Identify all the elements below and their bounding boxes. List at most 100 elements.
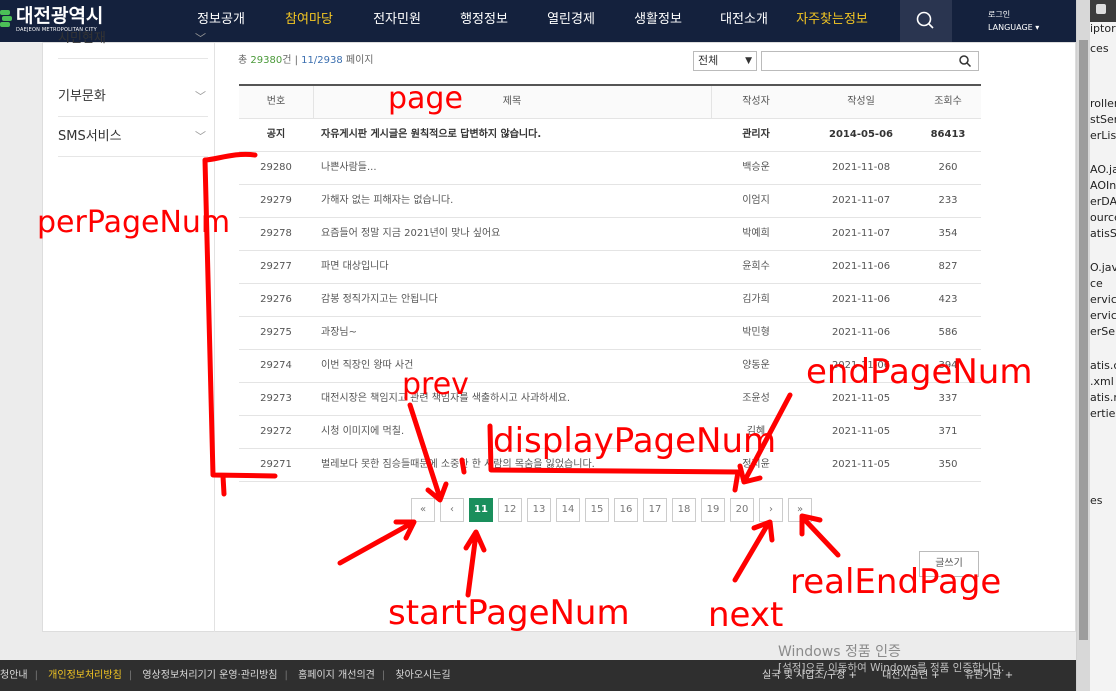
search-icon[interactable] [958,53,972,69]
post-date: 2021-11-05 [831,459,891,470]
post-title-link[interactable]: 나쁜사람들... [321,152,711,185]
column-header-views: 조회수 [934,96,962,107]
sidebar-item-sms[interactable]: SMS서비스 ﹀ [58,117,208,157]
search-input[interactable] [761,51,979,71]
post-writer: 조윤성 [742,393,770,404]
post-title-link[interactable]: 대전시장은 책임지고 관련 책임자를 색출하시고 사과하세요. [321,383,711,416]
nav-item-faq-info[interactable]: 자주찾는정보 [787,0,877,42]
page-button-13[interactable]: 13 [527,498,551,522]
ide-tree-item[interactable]: roller [1090,97,1116,111]
page-button-17[interactable]: 17 [643,498,667,522]
post-title-link[interactable]: 과장님~ [321,317,711,350]
pagination: « ‹ 11 12 13 14 15 16 17 18 19 20 › » [411,498,817,522]
page-button-20[interactable]: 20 [730,498,754,522]
scrollbar-thumb[interactable] [1079,40,1088,640]
ide-tree-item[interactable]: erDA [1090,195,1116,209]
table-row[interactable]: 29279 가해자 없는 피해자는 없습니다. 이엄지 2021-11-07 233 [239,185,981,218]
ide-tree-item[interactable]: AOIn [1090,179,1116,193]
nav-item-life-info[interactable]: 생활정보 [615,0,701,42]
ide-tree-item[interactable]: AO.ja [1090,163,1116,177]
ide-tree-item[interactable]: atis.c [1090,359,1116,373]
ide-tree-item[interactable]: stSer [1090,113,1116,127]
login-link[interactable]: 로그인 [988,8,1039,21]
post-writer: 백승운 [742,162,770,173]
post-title-link[interactable]: 이번 직장인 왕따 사건 [321,350,711,383]
post-title-link[interactable]: 파면 대상입니다 [321,251,711,284]
ide-tree-item[interactable]: ervice [1090,309,1116,323]
table-header-row: 번호 제목 작성자 작성일 조회수 [239,86,981,119]
post-title-link[interactable]: 자유게시판 게시글은 원칙적으로 답변하지 않습니다. [321,119,711,152]
language-selector[interactable]: LANGUAGE ▾ [988,21,1039,34]
prev-page-button[interactable]: ‹ [440,498,464,522]
page-button-14[interactable]: 14 [556,498,580,522]
post-date: 2021-11-07 [831,195,891,206]
ide-tree-item[interactable]: erties [1090,407,1116,421]
ide-tree-item[interactable]: ource [1090,211,1116,225]
first-page-button[interactable]: « [411,498,435,522]
ide-tree-item[interactable]: erSer [1090,325,1116,339]
footer-link-privacy[interactable]: 개인정보처리방침 [48,670,122,681]
ide-tree-item[interactable]: atisS [1090,227,1116,241]
ide-tree-item[interactable]: ervice [1090,293,1116,307]
last-page-button[interactable]: » [788,498,812,522]
table-row[interactable]: 29280 나쁜사람들... 백승운 2021-11-08 260 [239,152,981,185]
page-button-19[interactable]: 19 [701,498,725,522]
footer-link-guide[interactable]: 청안내 [0,670,28,681]
column-header-no: 번호 [266,96,286,107]
sidebar-item-citizen[interactable]: 시민현재 ﹀ [58,19,208,59]
post-title-link[interactable]: 요즘들어 정말 지금 2021년이 맞나 싶어요 [321,218,711,251]
page-button-16[interactable]: 16 [614,498,638,522]
page-button-18[interactable]: 18 [672,498,696,522]
ide-tree-item[interactable]: ce [1090,277,1103,291]
post-number: 29280 [260,162,292,173]
footer-link-feedback[interactable]: 홈페이지 개선의견 [298,670,375,681]
nav-item-admin-info[interactable]: 행정정보 [441,0,527,42]
search-type-select[interactable]: 전체 ▼ [693,51,757,71]
post-title-link[interactable]: 가해자 없는 피해자는 없습니다. [321,185,711,218]
page-button-12[interactable]: 12 [498,498,522,522]
page-button-11[interactable]: 11 [469,498,493,522]
ide-tree-item[interactable]: iptor: [1090,22,1116,36]
post-number: 29275 [260,327,292,338]
nav-item-about-daejeon[interactable]: 대전소개 [701,0,787,42]
table-row[interactable]: 29275 과장님~ 박민형 2021-11-06 586 [239,317,981,350]
nav-item-e-civil[interactable]: 전자민원 [353,0,441,42]
table-row[interactable]: 29278 요즘들어 정말 지금 2021년이 맞나 싶어요 박예희 2021-11-… [239,218,981,251]
table-row[interactable]: 29277 파면 대상입니다 윤희수 2021-11-06 827 [239,251,981,284]
table-row[interactable]: 29276 감봉 정직가지고는 안됩니다 김가희 2021-11-06 423 [239,284,981,317]
post-title-link[interactable]: 감봉 정직가지고는 안됩니다 [321,284,711,317]
post-number: 29279 [260,195,292,206]
caret-down-icon: ▾ [1035,23,1040,32]
footer-link-directions[interactable]: 찾아오시는길 [395,670,450,681]
post-views: 371 [938,426,958,437]
ide-tree-item[interactable]: es [1090,494,1103,508]
ide-toolbar [1090,0,1116,22]
toolbar-icon[interactable] [1096,4,1106,14]
ide-tree-item[interactable]: erList [1090,129,1116,143]
post-views: 423 [938,294,958,305]
chevron-down-icon: ▼ [745,56,752,66]
nav-item-open-economy[interactable]: 열린경제 [527,0,615,42]
page-button-15[interactable]: 15 [585,498,609,522]
annotation-page: page [388,81,463,116]
ide-tree-item[interactable]: .xml [1090,375,1114,389]
nav-item-participation[interactable]: 참여마당 [265,0,353,42]
post-writer: 관리자 [742,129,770,140]
post-number: 29274 [260,360,292,371]
ide-tree-item[interactable]: atis.n [1090,391,1116,405]
next-page-button[interactable]: › [759,498,783,522]
footer-link-cctv-policy[interactable]: 영상정보처리기기 운영·관리방침 [142,670,277,681]
post-views: 354 [938,228,958,239]
notice-row[interactable]: 공지 자유게시판 게시글은 원칙적으로 답변하지 않습니다. 관리자 2014-05-… [239,119,981,152]
annotation-real-end-page: realEndPage [790,562,1002,602]
ide-tree-item[interactable]: ces [1090,42,1109,56]
sidebar-item-donation[interactable]: 기부문화 ﹀ [58,77,208,117]
post-views: 233 [938,195,958,206]
header-search-button[interactable] [900,0,952,42]
post-number: 29276 [260,294,292,305]
windows-activation-watermark: Windows 정품 인증 [778,644,901,660]
post-number: 공지 [266,129,286,140]
scrollbar[interactable] [1077,0,1090,691]
post-views: 350 [938,459,958,470]
ide-tree-item[interactable]: O.jav [1090,261,1116,275]
